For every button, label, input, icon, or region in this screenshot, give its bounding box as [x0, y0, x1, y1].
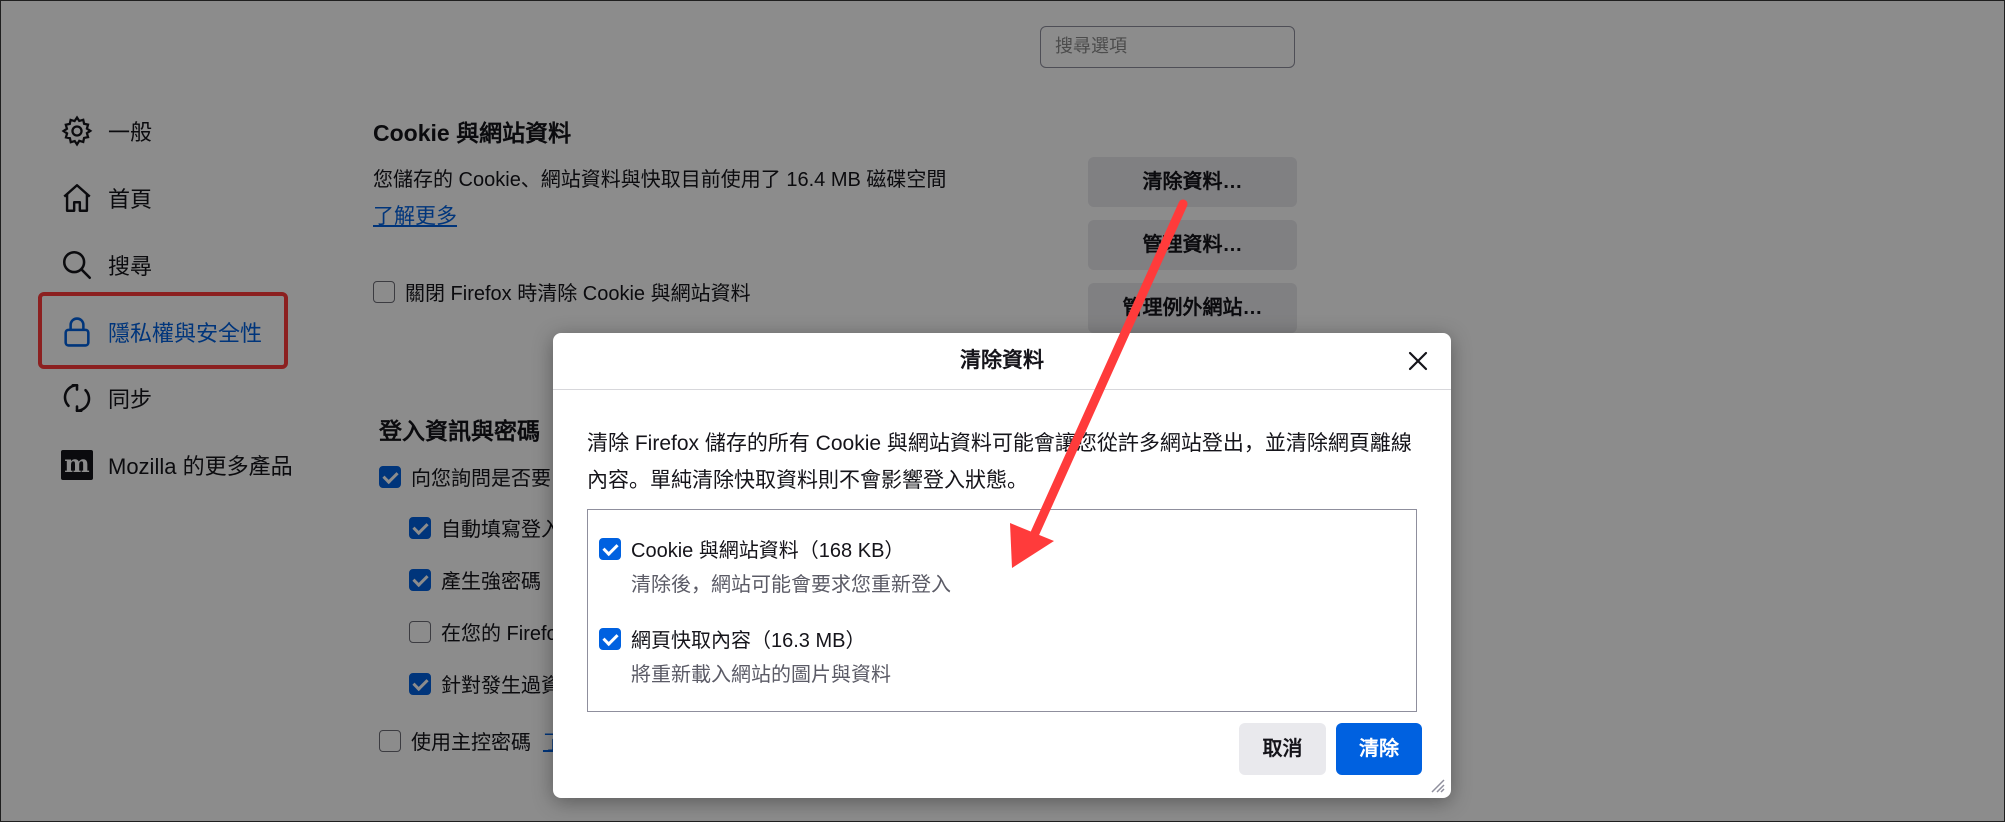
- cookies-option-description: 清除後，網站可能會要求您重新登入: [631, 574, 951, 596]
- close-icon[interactable]: [1405, 348, 1431, 374]
- cancel-button[interactable]: 取消: [1239, 723, 1326, 775]
- clear-data-dialog: 清除資料 清除 Firefox 儲存的所有 Cookie 與網站資料可能會讓您從…: [553, 333, 1451, 798]
- cookies-option-row[interactable]: Cookie 與網站資料（168 KB）: [599, 534, 904, 563]
- dialog-description: 清除 Firefox 儲存的所有 Cookie 與網站資料可能會讓您從許多網站登…: [587, 432, 1412, 492]
- dialog-title: 清除資料: [553, 333, 1451, 390]
- clear-button[interactable]: 清除: [1336, 723, 1422, 775]
- cookies-option-label: Cookie 與網站資料（168 KB）: [631, 540, 905, 562]
- resize-grip-icon[interactable]: [1427, 775, 1445, 793]
- cookies-option-checkbox[interactable]: [599, 537, 621, 560]
- cache-option-label: 網頁快取內容（16.3 MB）: [631, 630, 866, 652]
- cache-option-checkbox[interactable]: [599, 627, 621, 650]
- cache-option-row[interactable]: 網頁快取內容（16.3 MB）: [599, 624, 865, 653]
- cache-option-description: 將重新載入網站的圖片與資料: [631, 664, 891, 686]
- clear-options-box: Cookie 與網站資料（168 KB） 清除後，網站可能會要求您重新登入 網頁…: [587, 509, 1417, 712]
